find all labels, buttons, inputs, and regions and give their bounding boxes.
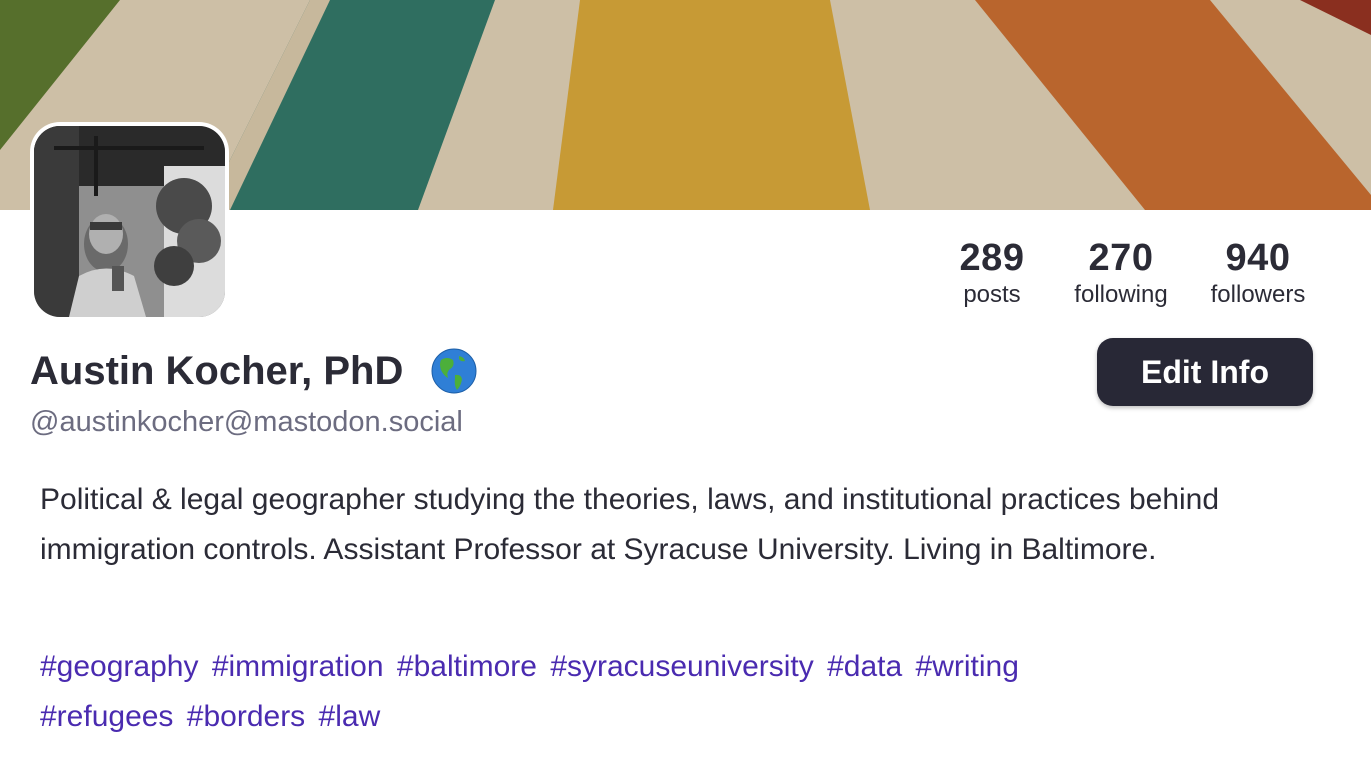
hashtag-link[interactable]: #syracuseuniversity [550, 650, 813, 683]
hashtag-link[interactable]: #geography [40, 650, 198, 683]
posts-count-value: 289 [959, 237, 1025, 279]
profile-handle: @austinkocher@mastodon.social [30, 406, 463, 438]
followers-count-label: followers [1210, 281, 1306, 308]
followers-count-value: 940 [1225, 237, 1291, 279]
hashtag-link[interactable]: #borders [187, 700, 305, 733]
following-count[interactable]: 270 following [1060, 236, 1182, 310]
hashtag-link[interactable]: #immigration [212, 650, 384, 683]
hashtag-link[interactable]: #law [319, 700, 381, 733]
following-count-value: 270 [1088, 237, 1154, 279]
profile-avatar[interactable] [30, 122, 229, 321]
hashtag-link[interactable]: #writing [916, 650, 1019, 683]
edit-info-button[interactable]: Edit Info [1097, 338, 1313, 406]
profile-page: 289 posts 270 following 940 followers Au… [0, 0, 1371, 760]
avatar-photo [34, 126, 225, 317]
profile-hashtags: #geography #immigration #baltimore #syra… [40, 642, 1220, 742]
posts-count-label: posts [963, 281, 1021, 308]
globe-americas-icon [431, 348, 477, 394]
followers-count[interactable]: 940 followers [1198, 236, 1318, 310]
following-count-label: following [1074, 281, 1168, 308]
hashtag-link[interactable]: #baltimore [397, 650, 537, 683]
profile-bio: Political & legal geographer studying th… [40, 483, 1220, 566]
hashtag-link[interactable]: #refugees [40, 700, 173, 733]
profile-display-name: Austin Kocher, PhD [30, 349, 404, 393]
posts-count[interactable]: 289 posts [942, 236, 1042, 310]
hashtag-link[interactable]: #data [827, 650, 902, 683]
